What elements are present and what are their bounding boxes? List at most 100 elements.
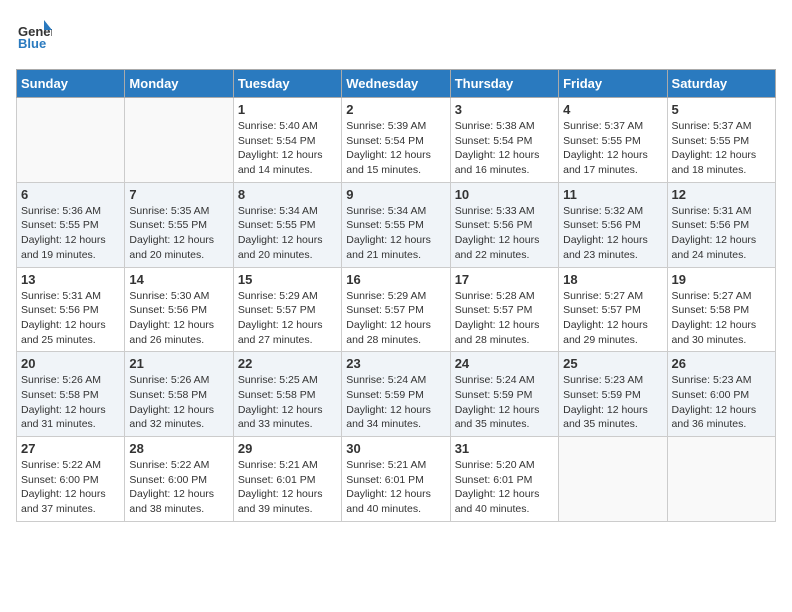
day-number: 4 (563, 102, 662, 117)
day-number: 15 (238, 272, 337, 287)
calendar-cell (559, 437, 667, 522)
day-number: 30 (346, 441, 445, 456)
day-info: Sunrise: 5:27 AMSunset: 5:57 PMDaylight:… (563, 289, 662, 348)
calendar-cell: 21Sunrise: 5:26 AMSunset: 5:58 PMDayligh… (125, 352, 233, 437)
day-info: Sunrise: 5:27 AMSunset: 5:58 PMDaylight:… (672, 289, 771, 348)
day-info: Sunrise: 5:22 AMSunset: 6:00 PMDaylight:… (129, 458, 228, 517)
day-number: 13 (21, 272, 120, 287)
day-info: Sunrise: 5:39 AMSunset: 5:54 PMDaylight:… (346, 119, 445, 178)
day-number: 22 (238, 356, 337, 371)
calendar-cell: 16 Sunrise: 5:29 AMSunset: 5:57 PMDayligh… (342, 267, 450, 352)
day-info: Sunrise: 5:34 AMSunset: 5:55 PMDaylight:… (346, 204, 445, 263)
calendar-cell: 1Sunrise: 5:40 AMSunset: 5:54 PMDaylight… (233, 98, 341, 183)
day-number: 31 (455, 441, 554, 456)
weekday-header-row: SundayMondayTuesdayWednesdayThursdayFrid… (17, 70, 776, 98)
day-number: 19 (672, 272, 771, 287)
day-info: Sunrise: 5:29 AMSunset: 5:57 PMDaylight:… (238, 289, 337, 348)
day-info: Sunrise: 5:33 AMSunset: 5:56 PMDaylight:… (455, 204, 554, 263)
weekday-header-friday: Friday (559, 70, 667, 98)
day-info: Sunrise: 5:26 AMSunset: 5:58 PMDaylight:… (21, 373, 120, 432)
calendar-cell (17, 98, 125, 183)
calendar-cell (125, 98, 233, 183)
day-info: Sunrise: 5:35 AMSunset: 5:55 PMDaylight:… (129, 204, 228, 263)
weekday-header-tuesday: Tuesday (233, 70, 341, 98)
weekday-header-wednesday: Wednesday (342, 70, 450, 98)
day-info: Sunrise: 5:30 AMSunset: 5:56 PMDaylight:… (129, 289, 228, 348)
weekday-header-monday: Monday (125, 70, 233, 98)
calendar-cell: 25 Sunrise: 5:23 AMSunset: 5:59 PMDayligh… (559, 352, 667, 437)
day-number: 8 (238, 187, 337, 202)
day-number: 10 (455, 187, 554, 202)
day-info: Sunrise: 5:38 AMSunset: 5:54 PMDaylight:… (455, 119, 554, 178)
day-number: 26 (672, 356, 771, 371)
day-info: Sunrise: 5:21 AMSunset: 6:01 PMDaylight:… (238, 458, 337, 517)
day-info: Sunrise: 5:23 AMSunset: 6:00 PMDaylight:… (672, 373, 771, 432)
day-info: Sunrise: 5:31 AMSunset: 5:56 PMDaylight:… (21, 289, 120, 348)
day-number: 27 (21, 441, 120, 456)
day-number: 20 (21, 356, 120, 371)
weekday-header-saturday: Saturday (667, 70, 775, 98)
day-number: 5 (672, 102, 771, 117)
calendar-cell: 10 Sunrise: 5:33 AMSunset: 5:56 PMDayligh… (450, 182, 558, 267)
day-number: 23 (346, 356, 445, 371)
weekday-header-thursday: Thursday (450, 70, 558, 98)
calendar-cell: 14 Sunrise: 5:30 AMSunset: 5:56 PMDayligh… (125, 267, 233, 352)
calendar-cell: 23 Sunrise: 5:24 AMSunset: 5:59 PMDayligh… (342, 352, 450, 437)
day-number: 24 (455, 356, 554, 371)
week-row-5: 27 Sunrise: 5:22 AMSunset: 6:00 PMDayligh… (17, 437, 776, 522)
day-info: Sunrise: 5:36 AMSunset: 5:55 PMDaylight:… (21, 204, 120, 263)
day-number: 9 (346, 187, 445, 202)
day-info: Sunrise: 5:25 AMSunset: 5:58 PMDaylight:… (238, 373, 337, 432)
day-number: 12 (672, 187, 771, 202)
day-info: Sunrise: 5:20 AMSunset: 6:01 PMDaylight:… (455, 458, 554, 517)
calendar-cell: 3 Sunrise: 5:38 AMSunset: 5:54 PMDaylight… (450, 98, 558, 183)
day-info: Sunrise: 5:24 AMSunset: 5:59 PMDaylight:… (346, 373, 445, 432)
calendar-cell: 24Sunrise: 5:24 AMSunset: 5:59 PMDayligh… (450, 352, 558, 437)
day-number: 17 (455, 272, 554, 287)
week-row-4: 20 Sunrise: 5:26 AMSunset: 5:58 PMDayligh… (17, 352, 776, 437)
day-number: 18 (563, 272, 662, 287)
calendar-cell: 27 Sunrise: 5:22 AMSunset: 6:00 PMDayligh… (17, 437, 125, 522)
calendar-cell: 2Sunrise: 5:39 AMSunset: 5:54 PMDaylight… (342, 98, 450, 183)
day-number: 11 (563, 187, 662, 202)
page-header: General Blue (16, 16, 776, 57)
calendar-cell: 28 Sunrise: 5:22 AMSunset: 6:00 PMDayligh… (125, 437, 233, 522)
day-number: 3 (455, 102, 554, 117)
day-info: Sunrise: 5:40 AMSunset: 5:54 PMDaylight:… (238, 119, 337, 178)
calendar-cell: 6Sunrise: 5:36 AMSunset: 5:55 PMDaylight… (17, 182, 125, 267)
calendar-cell: 5Sunrise: 5:37 AMSunset: 5:55 PMDaylight… (667, 98, 775, 183)
logo-icon: General Blue (16, 16, 52, 57)
calendar-cell: 19 Sunrise: 5:27 AMSunset: 5:58 PMDayligh… (667, 267, 775, 352)
calendar-cell: 20 Sunrise: 5:26 AMSunset: 5:58 PMDayligh… (17, 352, 125, 437)
day-info: Sunrise: 5:37 AMSunset: 5:55 PMDaylight:… (563, 119, 662, 178)
calendar-cell: 17 Sunrise: 5:28 AMSunset: 5:57 PMDayligh… (450, 267, 558, 352)
week-row-2: 6Sunrise: 5:36 AMSunset: 5:55 PMDaylight… (17, 182, 776, 267)
day-number: 16 (346, 272, 445, 287)
calendar-cell: 26 Sunrise: 5:23 AMSunset: 6:00 PMDayligh… (667, 352, 775, 437)
calendar-cell: 4 Sunrise: 5:37 AMSunset: 5:55 PMDaylight… (559, 98, 667, 183)
calendar-cell: 8 Sunrise: 5:34 AMSunset: 5:55 PMDaylight… (233, 182, 341, 267)
calendar-cell: 12 Sunrise: 5:31 AMSunset: 5:56 PMDayligh… (667, 182, 775, 267)
calendar-cell: 13 Sunrise: 5:31 AMSunset: 5:56 PMDayligh… (17, 267, 125, 352)
day-info: Sunrise: 5:31 AMSunset: 5:56 PMDaylight:… (672, 204, 771, 263)
calendar-cell: 22 Sunrise: 5:25 AMSunset: 5:58 PMDayligh… (233, 352, 341, 437)
day-info: Sunrise: 5:22 AMSunset: 6:00 PMDaylight:… (21, 458, 120, 517)
calendar-cell: 15 Sunrise: 5:29 AMSunset: 5:57 PMDayligh… (233, 267, 341, 352)
week-row-3: 13 Sunrise: 5:31 AMSunset: 5:56 PMDayligh… (17, 267, 776, 352)
calendar: SundayMondayTuesdayWednesdayThursdayFrid… (16, 69, 776, 522)
calendar-cell: 30 Sunrise: 5:21 AMSunset: 6:01 PMDayligh… (342, 437, 450, 522)
calendar-cell: 11 Sunrise: 5:32 AMSunset: 5:56 PMDayligh… (559, 182, 667, 267)
calendar-cell: 29Sunrise: 5:21 AMSunset: 6:01 PMDayligh… (233, 437, 341, 522)
day-number: 14 (129, 272, 228, 287)
calendar-cell (667, 437, 775, 522)
calendar-cell: 31 Sunrise: 5:20 AMSunset: 6:01 PMDayligh… (450, 437, 558, 522)
calendar-cell: 7Sunrise: 5:35 AMSunset: 5:55 PMDaylight… (125, 182, 233, 267)
day-number: 25 (563, 356, 662, 371)
day-info: Sunrise: 5:28 AMSunset: 5:57 PMDaylight:… (455, 289, 554, 348)
day-info: Sunrise: 5:34 AMSunset: 5:55 PMDaylight:… (238, 204, 337, 263)
day-info: Sunrise: 5:21 AMSunset: 6:01 PMDaylight:… (346, 458, 445, 517)
day-info: Sunrise: 5:29 AMSunset: 5:57 PMDaylight:… (346, 289, 445, 348)
day-info: Sunrise: 5:23 AMSunset: 5:59 PMDaylight:… (563, 373, 662, 432)
day-info: Sunrise: 5:32 AMSunset: 5:56 PMDaylight:… (563, 204, 662, 263)
day-number: 28 (129, 441, 228, 456)
